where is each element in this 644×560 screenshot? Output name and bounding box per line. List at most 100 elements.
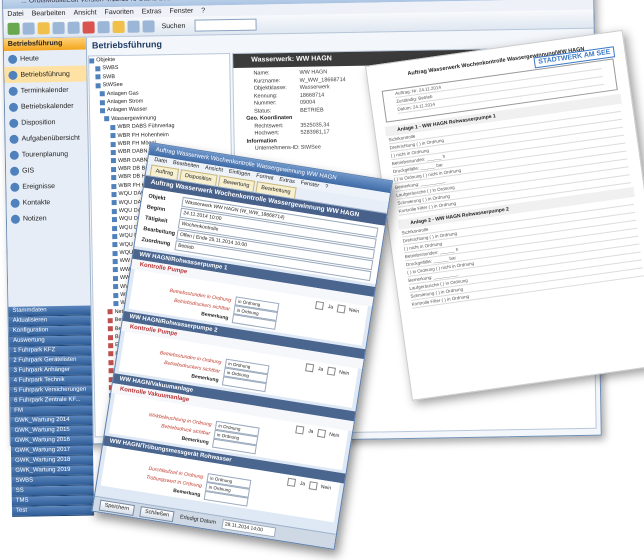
sidebar-item-label: Terminkalender: [20, 86, 69, 95]
tree-node-icon: [99, 99, 105, 105]
menu-bearbeiten[interactable]: Bearbeiten: [32, 8, 66, 20]
tree-node-icon: [112, 225, 118, 231]
tree-node-icon: [112, 233, 118, 240]
tree-node-icon: [108, 343, 114, 349]
search-input[interactable]: [194, 18, 257, 32]
done-date-field[interactable]: 28.11.2014 14:00: [220, 518, 276, 538]
tree-node-icon: [112, 267, 118, 273]
sidebar-item-label: Notizen: [22, 214, 47, 223]
sidebar-item-label: Heute: [20, 54, 39, 63]
checkbox-yes[interactable]: [305, 362, 315, 372]
checkbox-no[interactable]: [326, 366, 336, 376]
checkbox-no[interactable]: [316, 428, 326, 438]
sidebar-item-label: GIS: [22, 166, 35, 175]
checkbox-yes[interactable]: [295, 424, 305, 435]
tree-node-icon: [110, 141, 116, 147]
sidebar-item-label: Disposition: [21, 118, 56, 127]
sidebar-item-label: Ereignisse: [22, 182, 56, 191]
menu-extras[interactable]: Extras: [142, 6, 162, 17]
field-value: BETRIEB: [300, 106, 324, 114]
tree-node-icon: [95, 83, 101, 89]
tree-node-icon: [110, 158, 116, 164]
filter-icon[interactable]: [112, 20, 125, 34]
save-icon[interactable]: [37, 22, 50, 35]
sidebar-item[interactable]: Betriebsführung: [4, 65, 87, 83]
print-icon[interactable]: [52, 21, 65, 35]
tree-node-icon: [108, 359, 114, 365]
tree-node-icon: [95, 74, 101, 80]
tree-node-icon: [110, 124, 116, 130]
sidebar-item[interactable]: Ereignisse: [6, 178, 88, 195]
tree-node-icon: [113, 292, 119, 298]
tree-node-icon: [111, 191, 117, 198]
field-value: StWSee: [300, 144, 321, 151]
sidebar-item[interactable]: Tourenplanung: [6, 146, 88, 163]
nav-icon: [10, 166, 20, 176]
sidebar-item-label: Betriebskalender: [20, 102, 74, 111]
field-key: Unternehmens-ID:: [254, 144, 300, 152]
accordion-item[interactable]: Test: [11, 505, 95, 517]
dialog-menu-item[interactable]: ?: [324, 183, 329, 192]
menu-datei[interactable]: Datei: [7, 9, 24, 20]
menu-fenster[interactable]: Fenster: [169, 6, 193, 17]
nav-icon: [10, 214, 21, 224]
sidebar-item[interactable]: Betriebskalender: [5, 98, 87, 115]
map-icon[interactable]: [127, 20, 140, 33]
copy-icon[interactable]: [67, 21, 80, 34]
tree-node-label: SWBS: [102, 65, 119, 72]
tree-node-icon: [112, 275, 119, 281]
tree-node-icon: [112, 259, 118, 265]
sidebar-item[interactable]: Heute: [4, 50, 86, 67]
tree-node-icon: [107, 317, 113, 324]
sidebar-item[interactable]: GIS: [6, 162, 88, 179]
navigation-sidebar: Betriebsführung Heute Betriebsführung Term…: [3, 37, 95, 517]
choice-label: Nein: [338, 368, 350, 377]
sidebar-item[interactable]: Kontakte: [7, 194, 89, 211]
refresh-icon[interactable]: [97, 21, 110, 34]
done-date-label: Erledigt Datum: [179, 514, 217, 526]
tree-node-icon: [107, 334, 114, 340]
open-icon[interactable]: [22, 22, 35, 35]
tree-node-icon: [112, 242, 118, 248]
sidebar-item[interactable]: Terminkalender: [5, 82, 87, 99]
save-button[interactable]: Speichern: [98, 499, 135, 516]
delete-icon[interactable]: [82, 21, 95, 34]
checkbox-yes[interactable]: [315, 300, 325, 310]
menu-help[interactable]: ?: [201, 5, 205, 16]
menu-ansicht[interactable]: Ansicht: [73, 7, 96, 18]
checkbox-yes[interactable]: [287, 477, 297, 487]
tree-node-label: SWB: [102, 73, 116, 81]
close-button[interactable]: Schließen: [139, 505, 175, 522]
choice-label: Ja: [317, 365, 324, 373]
checkbox-no[interactable]: [336, 303, 346, 314]
choice-label: Ja: [327, 303, 334, 311]
tree-node-icon: [111, 200, 117, 206]
nav-icon: [9, 134, 19, 144]
checkbox-no[interactable]: [308, 480, 318, 490]
new-icon[interactable]: [7, 22, 20, 35]
field-key: Hochwert:: [254, 130, 280, 137]
tree-node-icon: [111, 208, 117, 214]
sidebar-item-label: Betriebsführung: [20, 70, 70, 79]
choice-label: Ja: [299, 480, 306, 487]
sidebar-item[interactable]: Notizen: [7, 210, 89, 227]
nav-icon: [10, 182, 20, 192]
tree-node-icon: [111, 217, 117, 223]
tree-node-icon: [111, 175, 117, 181]
choice-label: Nein: [320, 483, 332, 492]
sidebar-item[interactable]: Disposition: [5, 114, 87, 131]
tree-node-icon: [89, 58, 95, 64]
tree-node-icon: [110, 133, 116, 139]
tree-node-icon: [113, 301, 119, 307]
sidebar-item-label: Kontakte: [22, 198, 51, 207]
field-value: 5283981,17: [300, 129, 330, 136]
tree-node-icon: [100, 108, 106, 114]
tree-node-icon: [113, 284, 119, 290]
sidebar-item[interactable]: Aufgabenübersicht: [5, 130, 87, 147]
tree-node-icon: [95, 66, 101, 72]
tree-node-icon: [111, 166, 117, 172]
tree-node-icon: [112, 250, 118, 256]
menu-favoriten[interactable]: Favoriten: [104, 7, 133, 19]
binoculars-icon[interactable]: [142, 20, 155, 33]
choice-label: Ja: [307, 427, 314, 435]
